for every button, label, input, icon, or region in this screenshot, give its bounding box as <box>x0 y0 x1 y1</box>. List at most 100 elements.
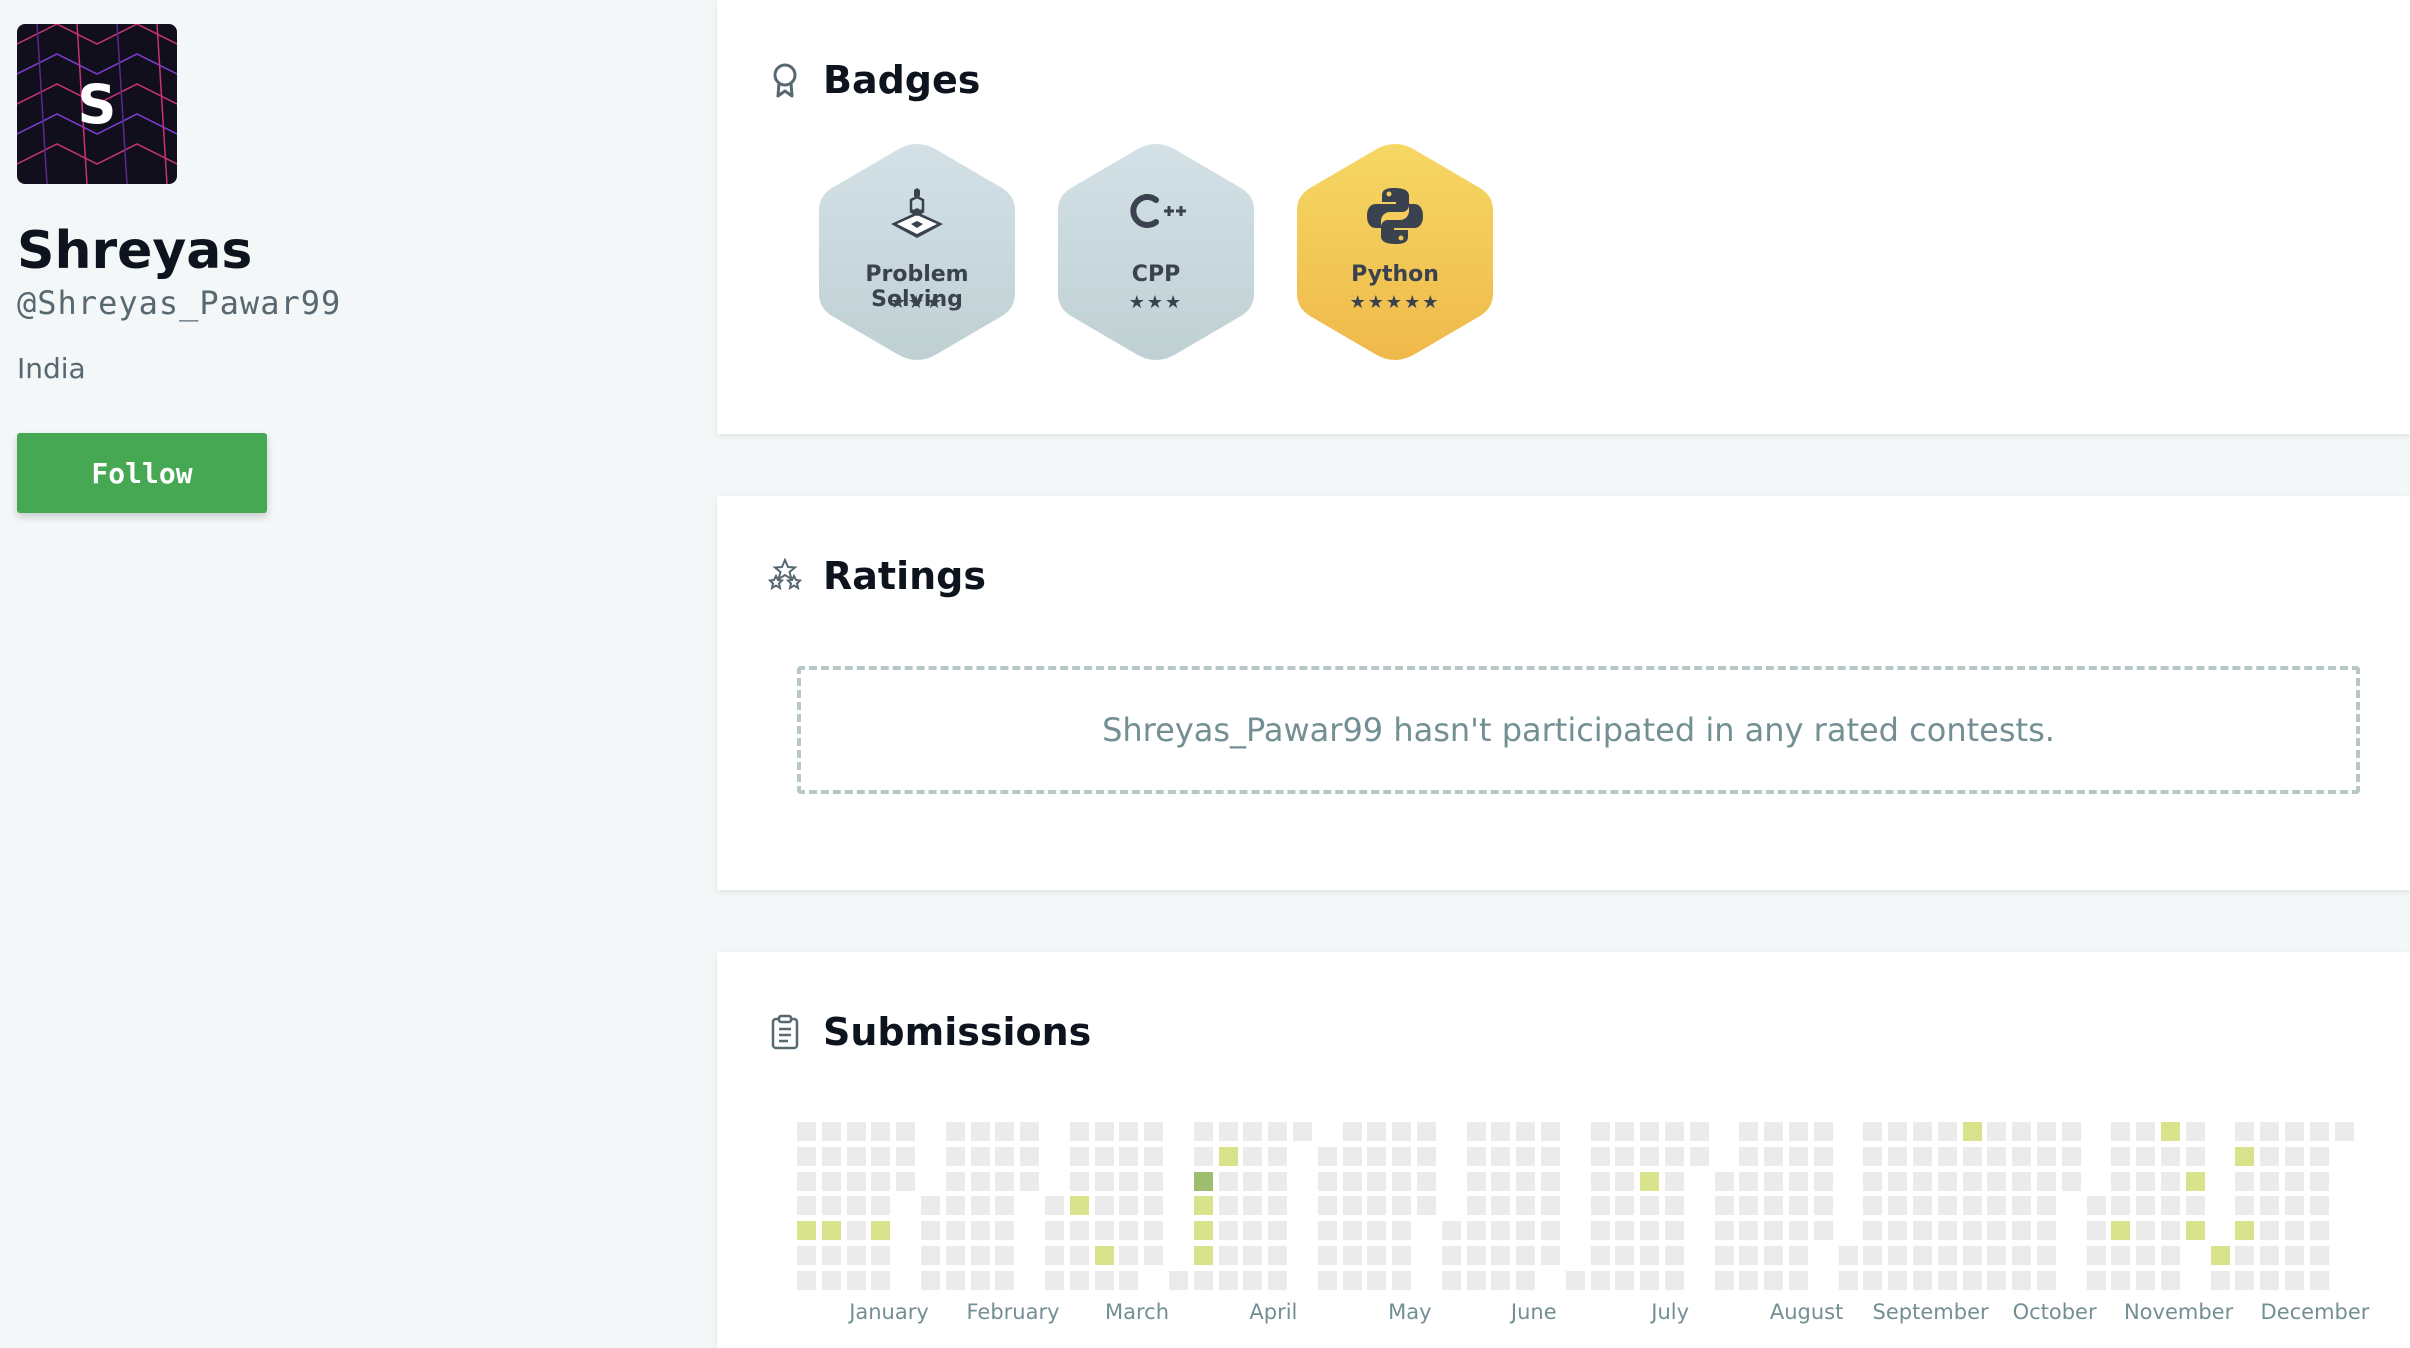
calendar-day-cell[interactable] <box>871 1246 891 1265</box>
calendar-day-cell[interactable] <box>2309 1221 2329 1241</box>
calendar-day-cell[interactable] <box>1268 1171 1288 1191</box>
calendar-day-cell[interactable] <box>1913 1221 1932 1241</box>
calendar-day-cell[interactable] <box>1119 1171 1139 1191</box>
calendar-day-cell[interactable] <box>2012 1122 2032 1141</box>
calendar-day-cell[interactable] <box>1937 1171 1957 1191</box>
calendar-day-cell[interactable] <box>2086 1270 2106 1290</box>
calendar-day-cell[interactable] <box>1863 1221 1883 1241</box>
calendar-day-cell[interactable] <box>846 1196 866 1216</box>
calendar-day-cell[interactable] <box>1913 1246 1932 1265</box>
calendar-day-cell[interactable] <box>1739 1196 1759 1216</box>
calendar-day-cell[interactable] <box>1789 1171 1808 1191</box>
calendar-day-cell[interactable] <box>1913 1196 1932 1216</box>
calendar-day-cell[interactable] <box>1367 1196 1387 1216</box>
calendar-day-cell[interactable] <box>2235 1246 2255 1265</box>
calendar-day-cell[interactable] <box>1913 1171 1932 1191</box>
calendar-day-cell[interactable] <box>1417 1171 1436 1191</box>
calendar-day-cell[interactable] <box>1590 1270 1610 1290</box>
calendar-day-cell[interactable] <box>896 1146 916 1166</box>
calendar-day-cell[interactable] <box>1392 1270 1412 1290</box>
calendar-day-cell[interactable] <box>846 1146 866 1166</box>
calendar-day-cell[interactable] <box>2061 1122 2081 1141</box>
calendar-day-cell[interactable] <box>1119 1122 1139 1141</box>
calendar-day-cell[interactable] <box>2309 1196 2329 1216</box>
calendar-day-cell[interactable] <box>2012 1221 2032 1241</box>
calendar-day-cell[interactable] <box>1020 1171 1040 1191</box>
calendar-day-cell[interactable] <box>2061 1171 2081 1191</box>
calendar-day-cell[interactable] <box>1218 1196 1238 1216</box>
calendar-day-cell[interactable] <box>1045 1221 1064 1241</box>
calendar-day-cell[interactable] <box>1317 1171 1337 1191</box>
calendar-day-cell[interactable] <box>1119 1196 1139 1216</box>
calendar-day-cell[interactable] <box>1937 1221 1957 1241</box>
calendar-day-cell[interactable] <box>1937 1146 1957 1166</box>
badge-cpp[interactable]: CPP ★★★ <box>1056 142 1256 362</box>
calendar-day-cell[interactable] <box>1417 1146 1436 1166</box>
calendar-day-cell[interactable] <box>995 1270 1015 1290</box>
calendar-day-cell[interactable] <box>1764 1270 1784 1290</box>
calendar-day-cell[interactable] <box>1615 1221 1635 1241</box>
calendar-day-cell[interactable] <box>995 1221 1015 1241</box>
calendar-day-cell[interactable] <box>2161 1196 2180 1216</box>
calendar-day-cell[interactable] <box>1863 1196 1883 1216</box>
calendar-day-cell[interactable] <box>1094 1146 1114 1166</box>
calendar-day-cell[interactable] <box>1962 1246 1982 1265</box>
calendar-day-cell[interactable] <box>1888 1270 1908 1290</box>
calendar-day-cell[interactable] <box>1144 1122 1164 1141</box>
calendar-day-cell[interactable] <box>1863 1146 1883 1166</box>
calendar-day-cell[interactable] <box>995 1246 1015 1265</box>
calendar-day-cell[interactable] <box>846 1221 866 1241</box>
calendar-day-cell[interactable] <box>2012 1196 2032 1216</box>
calendar-day-cell[interactable] <box>2161 1122 2180 1141</box>
calendar-day-cell[interactable] <box>945 1270 965 1290</box>
calendar-day-cell[interactable] <box>797 1122 816 1141</box>
calendar-day-cell[interactable] <box>2161 1146 2180 1166</box>
calendar-day-cell[interactable] <box>2012 1171 2032 1191</box>
calendar-day-cell[interactable] <box>1813 1221 1833 1241</box>
calendar-day-cell[interactable] <box>1317 1146 1337 1166</box>
calendar-day-cell[interactable] <box>1888 1146 1908 1166</box>
calendar-day-cell[interactable] <box>1317 1246 1337 1265</box>
badge-problem-solving[interactable]: Problem Solving ★★★ <box>817 142 1017 362</box>
calendar-day-cell[interactable] <box>2086 1196 2106 1216</box>
calendar-day-cell[interactable] <box>1615 1146 1635 1166</box>
calendar-day-cell[interactable] <box>1045 1196 1064 1216</box>
calendar-day-cell[interactable] <box>2260 1246 2280 1265</box>
calendar-day-cell[interactable] <box>1342 1270 1362 1290</box>
calendar-day-cell[interactable] <box>1516 1246 1536 1265</box>
calendar-day-cell[interactable] <box>1218 1221 1238 1241</box>
calendar-day-cell[interactable] <box>1069 1171 1089 1191</box>
calendar-day-cell[interactable] <box>1888 1196 1908 1216</box>
calendar-day-cell[interactable] <box>1665 1221 1684 1241</box>
calendar-day-cell[interactable] <box>2235 1171 2255 1191</box>
calendar-day-cell[interactable] <box>2285 1122 2304 1141</box>
calendar-day-cell[interactable] <box>2037 1270 2056 1290</box>
calendar-day-cell[interactable] <box>2037 1246 2056 1265</box>
calendar-day-cell[interactable] <box>797 1196 816 1216</box>
calendar-day-cell[interactable] <box>821 1221 841 1241</box>
calendar-day-cell[interactable] <box>2111 1221 2131 1241</box>
calendar-day-cell[interactable] <box>1789 1196 1808 1216</box>
calendar-day-cell[interactable] <box>1342 1171 1362 1191</box>
calendar-day-cell[interactable] <box>1466 1171 1486 1191</box>
calendar-day-cell[interactable] <box>1640 1221 1660 1241</box>
calendar-day-cell[interactable] <box>2012 1270 2032 1290</box>
calendar-day-cell[interactable] <box>896 1122 916 1141</box>
calendar-day-cell[interactable] <box>2037 1146 2056 1166</box>
calendar-day-cell[interactable] <box>1813 1196 1833 1216</box>
calendar-day-cell[interactable] <box>1813 1146 1833 1166</box>
calendar-day-cell[interactable] <box>1367 1221 1387 1241</box>
calendar-day-cell[interactable] <box>1541 1171 1560 1191</box>
calendar-day-cell[interactable] <box>1466 1221 1486 1241</box>
calendar-day-cell[interactable] <box>1094 1270 1114 1290</box>
calendar-day-cell[interactable] <box>1714 1246 1734 1265</box>
calendar-day-cell[interactable] <box>2309 1122 2329 1141</box>
calendar-day-cell[interactable] <box>797 1270 816 1290</box>
calendar-day-cell[interactable] <box>2086 1221 2106 1241</box>
calendar-day-cell[interactable] <box>2235 1146 2255 1166</box>
calendar-day-cell[interactable] <box>1665 1146 1684 1166</box>
calendar-day-cell[interactable] <box>1789 1246 1808 1265</box>
calendar-day-cell[interactable] <box>1243 1221 1263 1241</box>
calendar-day-cell[interactable] <box>797 1246 816 1265</box>
calendar-day-cell[interactable] <box>2260 1146 2280 1166</box>
